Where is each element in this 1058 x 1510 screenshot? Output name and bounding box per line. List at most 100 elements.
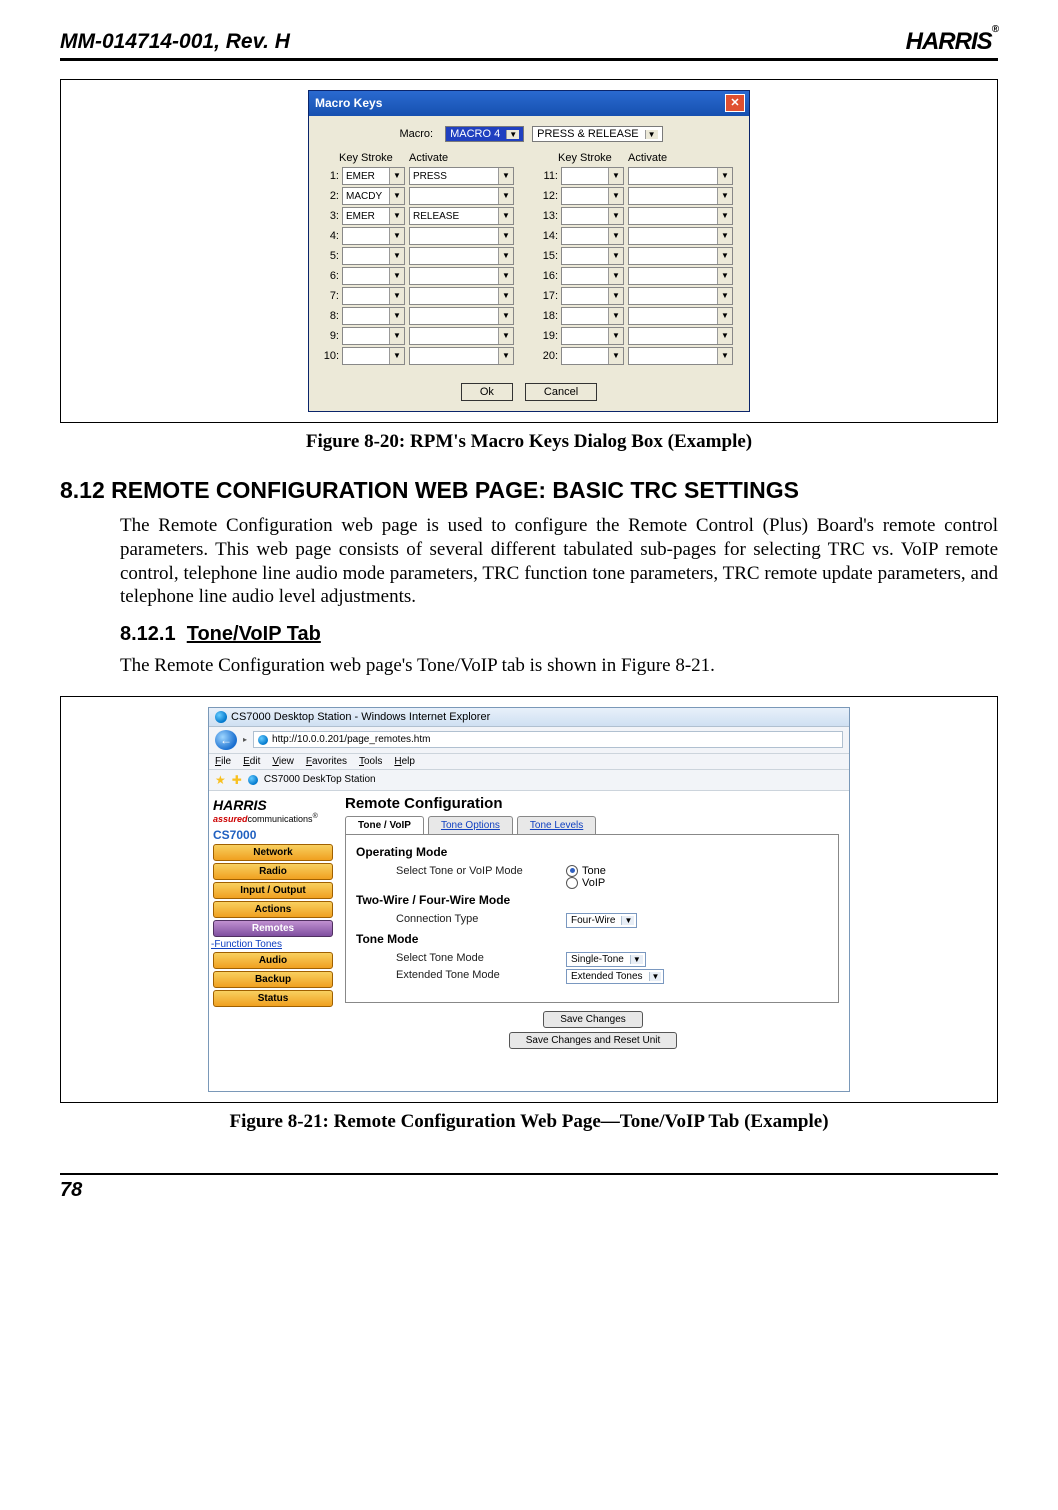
menu-item[interactable]: File bbox=[215, 756, 231, 767]
back-icon[interactable]: ← bbox=[215, 730, 237, 750]
keystroke-select[interactable]: ▼ bbox=[561, 247, 624, 265]
star-add-icon[interactable]: ✚ bbox=[232, 773, 242, 787]
keystroke-select[interactable]: ▼ bbox=[561, 187, 624, 205]
activate-select[interactable]: PRESS▼ bbox=[409, 167, 514, 185]
save-changes-button[interactable]: Save Changes bbox=[543, 1011, 643, 1028]
keystroke-select[interactable]: EMER▼ bbox=[342, 207, 405, 225]
chevron-down-icon: ▼ bbox=[717, 248, 732, 264]
sidebar-item-actions[interactable]: Actions bbox=[213, 901, 333, 918]
keystroke-select[interactable]: ▼ bbox=[561, 307, 624, 325]
keystroke-select[interactable]: ▼ bbox=[561, 167, 624, 185]
browser-title: CS7000 Desktop Station - Windows Interne… bbox=[231, 711, 490, 723]
row-num: 10: bbox=[319, 350, 342, 362]
chevron-down-icon: ▼ bbox=[498, 168, 513, 184]
press-release-value: PRESS & RELEASE bbox=[537, 128, 639, 140]
activate-select[interactable]: ▼ bbox=[409, 307, 514, 325]
save-row: Save Changes Save Changes and Reset Unit bbox=[337, 1009, 849, 1051]
chevron-down-icon: ▼ bbox=[717, 268, 732, 284]
menu-item[interactable]: Edit bbox=[243, 756, 260, 767]
menu-item[interactable]: Tools bbox=[359, 756, 382, 767]
select-ext-tone[interactable]: Extended Tones▼ bbox=[566, 969, 664, 984]
keystroke-select[interactable]: ▼ bbox=[342, 227, 405, 245]
macro-row: 4:▼▼ bbox=[319, 227, 520, 245]
activate-select[interactable]: ▼ bbox=[409, 247, 514, 265]
activate-select[interactable]: ▼ bbox=[628, 327, 733, 345]
sidebar-item-remotes[interactable]: Remotes bbox=[213, 920, 333, 937]
tab-tone-voip[interactable]: Tone / VoIP bbox=[345, 816, 424, 834]
radio-icon bbox=[566, 877, 578, 889]
keystroke-select[interactable]: ▼ bbox=[342, 327, 405, 345]
activate-select[interactable]: ▼ bbox=[628, 207, 733, 225]
sidebar-item-input-output[interactable]: Input / Output bbox=[213, 882, 333, 899]
keystroke-select[interactable]: EMER▼ bbox=[342, 167, 405, 185]
activate-select[interactable]: ▼ bbox=[409, 227, 514, 245]
keystroke-select[interactable]: ▼ bbox=[561, 267, 624, 285]
keystroke-select[interactable]: ▼ bbox=[342, 287, 405, 305]
radio-tone[interactable]: Tone bbox=[566, 865, 606, 877]
macro-row: 2:MACDY▼▼ bbox=[319, 187, 520, 205]
activate-select[interactable]: ▼ bbox=[628, 287, 733, 305]
chevron-down-icon: ▼ bbox=[717, 208, 732, 224]
macro-columns: Key Stroke Activate 1:EMER▼PRESS▼2:MACDY… bbox=[319, 152, 739, 367]
sidebar-item-status[interactable]: Status bbox=[213, 990, 333, 1007]
keystroke-select[interactable]: ▼ bbox=[342, 247, 405, 265]
select-connection-type[interactable]: Four-Wire▼ bbox=[566, 913, 637, 928]
keystroke-select[interactable]: ▼ bbox=[342, 347, 405, 365]
sidebar-item-audio[interactable]: Audio bbox=[213, 952, 333, 969]
page: MM-014714-001, Rev. H HARRIS® Macro Keys… bbox=[0, 0, 1058, 1222]
macro-row: 15:▼▼ bbox=[538, 247, 739, 265]
chevron-down-icon: ▼ bbox=[717, 308, 732, 324]
activate-select[interactable]: ▼ bbox=[409, 327, 514, 345]
radio-icon bbox=[566, 865, 578, 877]
menu-item[interactable]: Favorites bbox=[306, 756, 347, 767]
macro-row: 16:▼▼ bbox=[538, 267, 739, 285]
activate-select[interactable]: ▼ bbox=[628, 307, 733, 325]
keystroke-select[interactable]: ▼ bbox=[561, 327, 624, 345]
close-icon[interactable]: ✕ bbox=[725, 94, 745, 112]
save-reset-button[interactable]: Save Changes and Reset Unit bbox=[509, 1032, 678, 1049]
keystroke-select[interactable]: ▼ bbox=[561, 207, 624, 225]
activate-select[interactable]: ▼ bbox=[628, 247, 733, 265]
cancel-button[interactable]: Cancel bbox=[525, 383, 597, 401]
activate-select[interactable]: ▼ bbox=[628, 347, 733, 365]
keystroke-select[interactable]: ▼ bbox=[342, 267, 405, 285]
forward-icon[interactable]: ▸ bbox=[243, 735, 247, 744]
sidebar-tagline: assuredcommunications® bbox=[213, 813, 333, 824]
radio-voip[interactable]: VoIP bbox=[566, 877, 606, 889]
activate-select[interactable]: ▼ bbox=[409, 347, 514, 365]
keystroke-select[interactable]: ▼ bbox=[342, 307, 405, 325]
col-head-right: Key Stroke Activate bbox=[538, 152, 739, 164]
activate-select[interactable]: ▼ bbox=[628, 227, 733, 245]
activate-select[interactable]: ▼ bbox=[628, 167, 733, 185]
sidebar-link-function-tones[interactable]: -Function Tones bbox=[211, 939, 333, 950]
macro-select[interactable]: MACRO 4 bbox=[445, 126, 524, 142]
select-tone-mode[interactable]: Single-Tone▼ bbox=[566, 952, 646, 967]
menu-item[interactable]: View bbox=[272, 756, 294, 767]
ok-button[interactable]: Ok bbox=[461, 383, 513, 401]
activate-select[interactable]: ▼ bbox=[628, 267, 733, 285]
macro-row: 12:▼▼ bbox=[538, 187, 739, 205]
activate-select[interactable]: ▼ bbox=[409, 267, 514, 285]
row-num: 3: bbox=[319, 210, 342, 222]
sidebar-item-radio[interactable]: Radio bbox=[213, 863, 333, 880]
menu-item[interactable]: Help bbox=[394, 756, 415, 767]
star-icon[interactable]: ★ bbox=[215, 773, 226, 787]
keystroke-select[interactable]: MACDY▼ bbox=[342, 187, 405, 205]
sidebar-item-network[interactable]: Network bbox=[213, 844, 333, 861]
keystroke-select[interactable]: ▼ bbox=[561, 347, 624, 365]
activate-select[interactable]: RELEASE▼ bbox=[409, 207, 514, 225]
chevron-down-icon: ▼ bbox=[389, 288, 404, 304]
macro-row: 13:▼▼ bbox=[538, 207, 739, 225]
address-bar[interactable]: http://10.0.0.201/page_remotes.htm bbox=[253, 731, 843, 748]
tab-tone-levels[interactable]: Tone Levels bbox=[517, 816, 596, 834]
activate-select[interactable]: ▼ bbox=[409, 187, 514, 205]
section-8-12-1-heading: 8.12.1 Tone/VoIP Tab bbox=[120, 623, 998, 646]
activate-select[interactable]: ▼ bbox=[409, 287, 514, 305]
tab-tone-options[interactable]: Tone Options bbox=[428, 816, 513, 834]
keystroke-select[interactable]: ▼ bbox=[561, 227, 624, 245]
press-release-select[interactable]: PRESS & RELEASE bbox=[532, 126, 662, 142]
sidebar-item-backup[interactable]: Backup bbox=[213, 971, 333, 988]
chevron-down-icon: ▼ bbox=[608, 328, 623, 344]
activate-select[interactable]: ▼ bbox=[628, 187, 733, 205]
keystroke-select[interactable]: ▼ bbox=[561, 287, 624, 305]
